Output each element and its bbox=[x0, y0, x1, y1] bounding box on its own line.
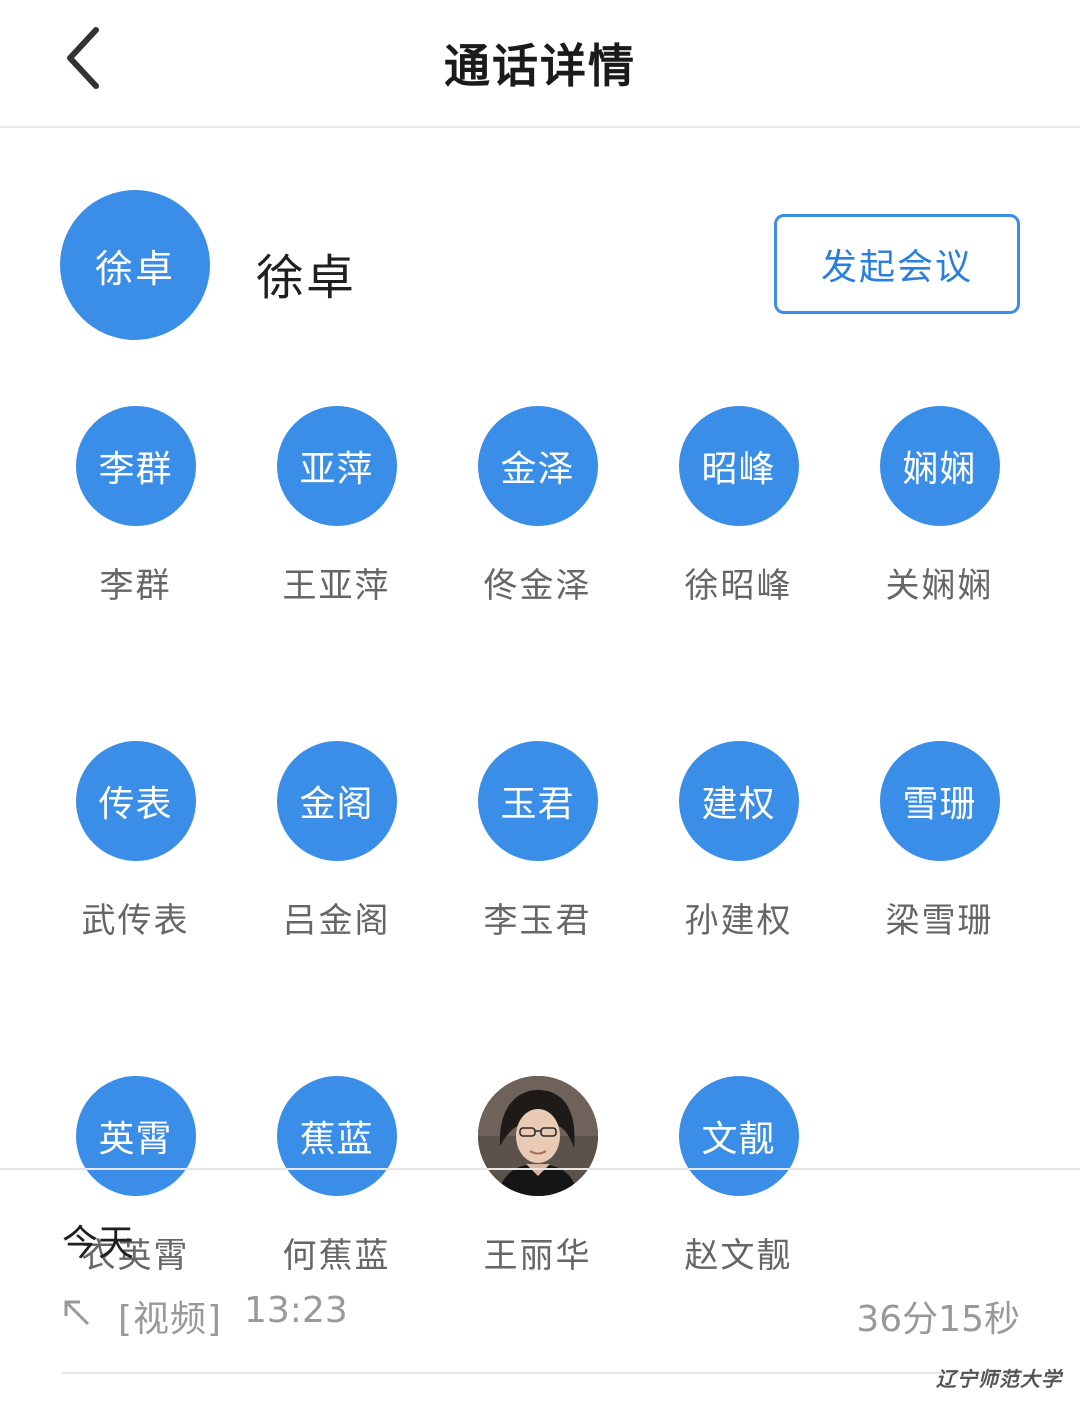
participant-photo-avatar bbox=[477, 1076, 598, 1196]
participant-avatar: 玉君 bbox=[477, 741, 598, 861]
participant-avatar: 昭峰 bbox=[678, 406, 799, 526]
participant-item[interactable]: 文靓 赵文靓 bbox=[638, 1076, 839, 1278]
participant-avatar: 金阁 bbox=[276, 741, 397, 861]
participant-avatar: 金泽 bbox=[477, 406, 598, 526]
participant-item[interactable]: 李群 李群 bbox=[35, 406, 236, 608]
history-date-label: 今天 bbox=[62, 1223, 135, 1264]
participant-item[interactable]: 王丽华 bbox=[437, 1076, 638, 1278]
participant-avatar: 文靓 bbox=[678, 1076, 799, 1196]
outgoing-arrow-icon bbox=[64, 1300, 90, 1326]
participant-item[interactable]: 昭峰 徐昭峰 bbox=[638, 406, 839, 608]
participant-item[interactable]: 玉君 李玉君 bbox=[437, 741, 638, 943]
participant-item[interactable]: 娴娴 关娴娴 bbox=[839, 406, 1040, 608]
watermark-text: 辽宁师范大学 bbox=[936, 1367, 1062, 1391]
participant-item[interactable]: 金泽 佟金泽 bbox=[437, 406, 638, 608]
call-type: [视频] bbox=[118, 1299, 223, 1340]
participant-avatar: 娴娴 bbox=[879, 406, 1000, 526]
call-time: 13:23 bbox=[244, 1290, 348, 1331]
caller-name: 徐卓 bbox=[256, 250, 357, 306]
user-photo-icon bbox=[477, 1076, 598, 1196]
call-record-row[interactable]: [视频] 13:23 36分15秒 bbox=[62, 1286, 1020, 1342]
section-divider bbox=[0, 1168, 1080, 1170]
participant-name: 李群 bbox=[99, 566, 172, 606]
page-title: 通话详情 bbox=[444, 39, 636, 93]
caller-avatar[interactable]: 徐卓 bbox=[60, 190, 210, 340]
participant-item[interactable]: 亚萍 王亚萍 bbox=[236, 406, 437, 608]
participant-name: 武传表 bbox=[81, 901, 190, 941]
participant-name: 孙建权 bbox=[684, 901, 793, 941]
participant-name: 梁雪珊 bbox=[885, 901, 994, 941]
participant-avatar: 英霄 bbox=[75, 1076, 196, 1196]
participant-name: 关娴娴 bbox=[885, 566, 994, 606]
participant-avatar: 传表 bbox=[75, 741, 196, 861]
participant-avatar: 亚萍 bbox=[276, 406, 397, 526]
participant-name: 李玉君 bbox=[483, 901, 592, 941]
participant-name: 赵文靓 bbox=[684, 1236, 793, 1276]
participant-item[interactable]: 雪珊 梁雪珊 bbox=[839, 741, 1040, 943]
participant-item[interactable]: 蕉蓝 何蕉蓝 bbox=[236, 1076, 437, 1278]
participant-item[interactable]: 传表 武传表 bbox=[35, 741, 236, 943]
call-duration: 36分15秒 bbox=[856, 1299, 1020, 1340]
participant-item[interactable]: 建权 孙建权 bbox=[638, 741, 839, 943]
participant-name: 王亚萍 bbox=[282, 566, 391, 606]
participant-avatar: 雪珊 bbox=[879, 741, 1000, 861]
participant-name: 何蕉蓝 bbox=[282, 1236, 391, 1276]
participants-grid: 李群 李群 亚萍 王亚萍 金泽 佟金泽 昭峰 徐昭峰 娴娴 关娴娴 传表 武传表… bbox=[35, 406, 1045, 1278]
start-meeting-button[interactable]: 发起会议 bbox=[774, 214, 1020, 314]
participant-name: 佟金泽 bbox=[483, 566, 592, 606]
participant-item[interactable]: 金阁 吕金阁 bbox=[236, 741, 437, 943]
participant-name: 王丽华 bbox=[483, 1236, 592, 1276]
participant-name: 徐昭峰 bbox=[684, 566, 793, 606]
participant-avatar: 蕉蓝 bbox=[276, 1076, 397, 1196]
header-bar: 通话详情 bbox=[0, 0, 1080, 128]
row-divider bbox=[62, 1372, 1020, 1374]
participant-name: 吕金阁 bbox=[282, 901, 391, 941]
participant-avatar: 建权 bbox=[678, 741, 799, 861]
participant-avatar: 李群 bbox=[75, 406, 196, 526]
